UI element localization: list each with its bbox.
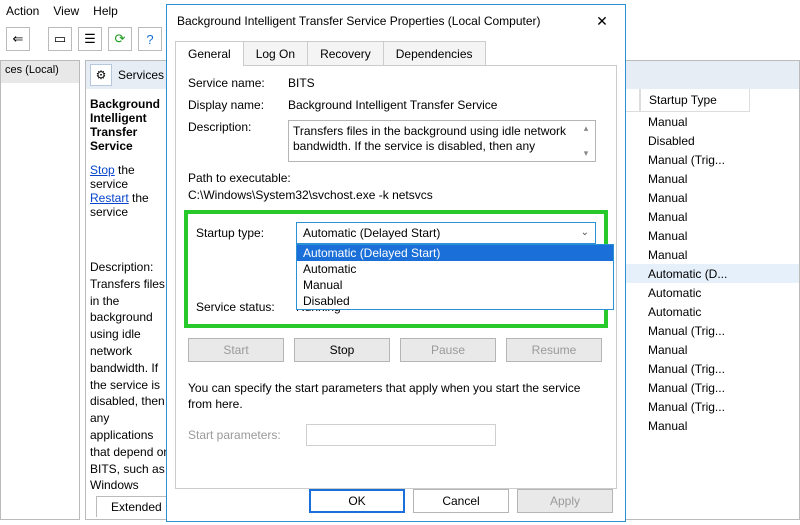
cell-startup: Automatic (D... (640, 267, 750, 281)
show-tree-icon[interactable]: ▭ (48, 27, 72, 51)
help-icon[interactable]: ? (138, 27, 162, 51)
label-description: Description: (188, 120, 288, 162)
cell-startup: Manual (640, 191, 750, 205)
startup-type-combo[interactable]: Automatic (Delayed Start) ⌄ Automatic (D… (296, 222, 596, 244)
description-box[interactable]: Transfers files in the background using … (288, 120, 596, 162)
label-service-name: Service name: (188, 76, 288, 90)
startup-option[interactable]: Disabled (297, 293, 613, 309)
cancel-button[interactable]: Cancel (413, 489, 509, 513)
start-parameters-input (306, 424, 496, 446)
apply-button[interactable]: Apply (517, 489, 613, 513)
close-icon: ✕ (596, 13, 608, 30)
startup-type-selected: Automatic (Delayed Start) (303, 226, 440, 240)
tab-general[interactable]: General (175, 41, 244, 66)
dialog-title: Background Intelligent Transfer Service … (167, 5, 625, 37)
nav-tree-item[interactable]: ces (Local) (1, 61, 79, 83)
nav-back-icon[interactable]: ⇐ (6, 27, 30, 51)
chevron-down-icon: ⌄ (581, 227, 589, 238)
start-parameters-hint: You can specify the start parameters tha… (188, 380, 604, 412)
cell-startup: Automatic (640, 305, 750, 319)
cell-startup: Manual (640, 419, 750, 433)
service-properties-dialog: Background Intelligent Transfer Service … (166, 4, 626, 522)
nav-tree: ces (Local) (0, 60, 80, 520)
ok-button[interactable]: OK (309, 489, 405, 513)
service-name-heading: Background Intelligent Transfer Service (90, 97, 174, 153)
tab-logon[interactable]: Log On (243, 41, 308, 66)
description-scrollbar[interactable]: ▴▾ (579, 123, 593, 159)
description-label: Description: (90, 259, 174, 276)
startup-option[interactable]: Automatic (297, 261, 613, 277)
link-restart-service[interactable]: Restart (90, 191, 129, 205)
general-panel: Service name: BITS Display name: Backgro… (175, 65, 617, 489)
cell-startup: Manual (Trig... (640, 400, 750, 414)
cell-startup: Manual (Trig... (640, 153, 750, 167)
close-button[interactable]: ✕ (579, 5, 625, 37)
startup-option[interactable]: Manual (297, 277, 613, 293)
stop-button[interactable]: Stop (294, 338, 390, 362)
refresh-table-icon[interactable]: ☰ (78, 27, 102, 51)
dialog-tabs: General Log On Recovery Dependencies (167, 41, 625, 66)
dialog-buttons: OK Cancel Apply (309, 489, 613, 513)
resume-button[interactable]: Resume (506, 338, 602, 362)
value-service-name: BITS (288, 76, 604, 90)
menu-help[interactable]: Help (93, 4, 118, 18)
cell-startup: Manual (640, 172, 750, 186)
menu-bar: Action View Help (0, 0, 118, 22)
cell-startup: Automatic (640, 286, 750, 300)
cell-startup: Manual (640, 229, 750, 243)
cell-startup: Manual (640, 115, 750, 129)
col-startup[interactable]: Startup Type (640, 89, 750, 112)
label-start-parameters: Start parameters: (188, 428, 296, 442)
cell-startup: Manual (Trig... (640, 362, 750, 376)
detail-header-text: Services (118, 68, 164, 82)
cell-startup: Manual (640, 210, 750, 224)
cell-startup: Manual (Trig... (640, 324, 750, 338)
value-path: C:\Windows\System32\svchost.exe -k netsv… (188, 187, 604, 204)
label-service-status: Service status: (196, 300, 296, 314)
gear-icon: ⚙ (90, 64, 112, 86)
value-display-name: Background Intelligent Transfer Service (288, 98, 604, 112)
pause-button[interactable]: Pause (400, 338, 496, 362)
label-display-name: Display name: (188, 98, 288, 112)
detail-left: Background Intelligent Transfer Service … (86, 89, 178, 492)
refresh-icon[interactable]: ⟳ (108, 27, 132, 51)
menu-action[interactable]: Action (6, 4, 39, 18)
tab-dependencies[interactable]: Dependencies (383, 41, 486, 66)
scroll-down-icon[interactable]: ▾ (579, 148, 593, 159)
start-button[interactable]: Start (188, 338, 284, 362)
label-path: Path to executable: (188, 170, 604, 187)
tab-recovery[interactable]: Recovery (307, 41, 384, 66)
description-text: Transfers files in the background using … (90, 276, 174, 492)
menu-view[interactable]: View (53, 4, 79, 18)
link-stop-service[interactable]: Stop (90, 163, 115, 177)
startup-type-dropdown[interactable]: Automatic (Delayed Start)AutomaticManual… (296, 244, 614, 310)
label-startup-type: Startup type: (196, 226, 296, 240)
cell-startup: Manual (640, 343, 750, 357)
service-control-buttons: Start Stop Pause Resume (188, 338, 604, 362)
cell-startup: Manual (640, 248, 750, 262)
scroll-up-icon[interactable]: ▴ (579, 123, 593, 134)
cell-startup: Disabled (640, 134, 750, 148)
startup-highlight: Startup type: Automatic (Delayed Start) … (184, 210, 608, 328)
cell-startup: Manual (Trig... (640, 381, 750, 395)
startup-option[interactable]: Automatic (Delayed Start) (297, 245, 613, 261)
tab-extended[interactable]: Extended (96, 496, 177, 517)
description-value: Transfers files in the background using … (293, 124, 566, 153)
